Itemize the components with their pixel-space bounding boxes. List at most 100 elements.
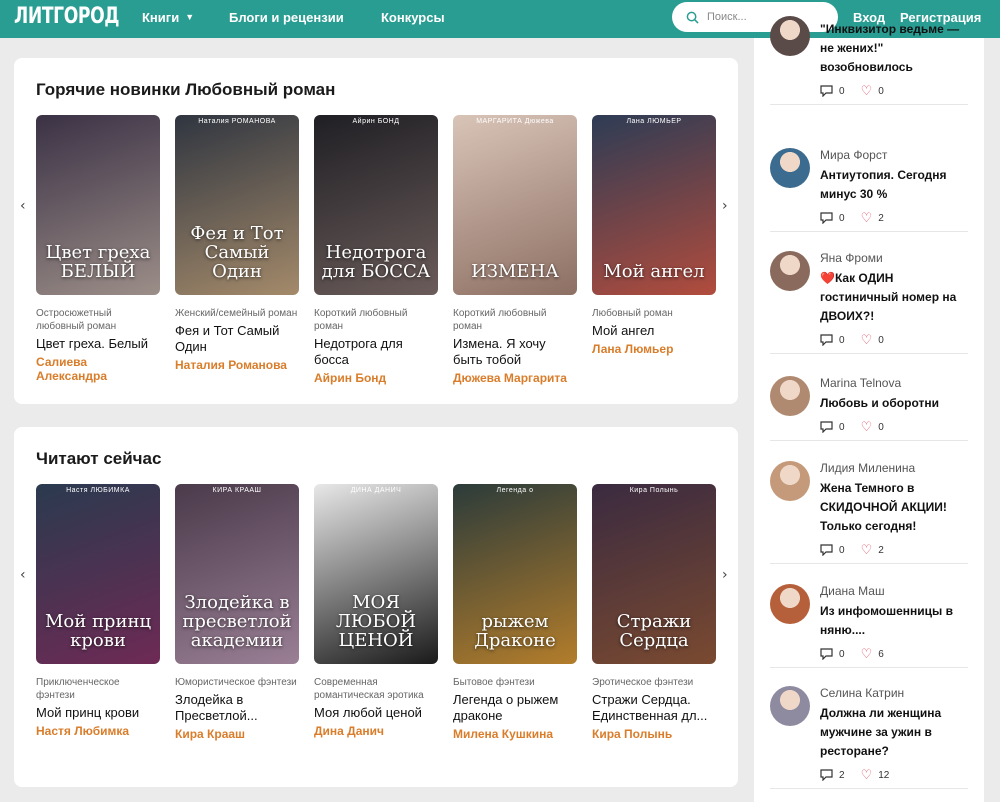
blog-post-item[interactable]: Селина Катрин Должна ли женщина мужчине з… xyxy=(770,686,968,789)
comment-icon[interactable] xyxy=(820,334,833,346)
post-title[interactable]: Любовь и оборотни xyxy=(820,394,970,413)
book-author[interactable]: Салиева Александра xyxy=(36,355,160,383)
heart-icon[interactable]: ♡ xyxy=(861,542,873,558)
book-cover[interactable]: Цвет греха БЕЛЫЙ xyxy=(36,115,160,295)
book-cover[interactable]: Кира Полынь Стражи Сердца xyxy=(592,484,716,664)
book-genre: Остросюжетный любовный роман xyxy=(36,308,117,332)
post-title[interactable]: "Инквизитор ведьме — не жених!" возобнов… xyxy=(820,20,970,77)
nav-blogs[interactable]: Блоги и рецензии xyxy=(229,10,344,25)
carousel-prev-icon[interactable]: ‹ xyxy=(20,198,26,214)
book-title[interactable]: Моя любой ценой xyxy=(314,705,438,721)
comment-count: 0 xyxy=(839,334,845,346)
post-title[interactable]: Жена Темного в СКИДОЧНОЙ АКЦИИ! Только с… xyxy=(820,479,970,536)
book-author[interactable]: Айрин Бонд xyxy=(314,371,438,385)
book-author[interactable]: Настя Любимка xyxy=(36,724,160,738)
book-card[interactable]: Наталия РОМАНОВА Фея и Тот Самый Один Женс… xyxy=(175,115,299,372)
cover-title-text: Мой ангел xyxy=(603,261,705,282)
avatar[interactable] xyxy=(770,148,810,188)
book-cover[interactable]: Айрин БОНД Недотрога для БОССА xyxy=(314,115,438,295)
book-author[interactable]: Милена Кушкина xyxy=(453,727,577,741)
post-author[interactable]: Диана Маш xyxy=(820,584,885,598)
blog-post-item[interactable]: Лидия Миленина Жена Темного в СКИДОЧНОЙ А… xyxy=(770,461,968,564)
comment-icon[interactable] xyxy=(820,648,833,660)
comment-icon[interactable] xyxy=(820,544,833,556)
comment-icon[interactable] xyxy=(820,212,833,224)
book-author[interactable]: Наталия Романова xyxy=(175,358,299,372)
blog-post-item[interactable]: Диана Маш Из инфомошенницы в няню.... 0 ♡ 6 xyxy=(770,584,968,668)
book-author[interactable]: Дина Данич xyxy=(314,724,438,738)
comment-count: 0 xyxy=(839,212,845,224)
post-stats: 2 ♡ 12 xyxy=(820,767,905,783)
site-logo[interactable]: ЛИТГОРОД xyxy=(14,4,120,29)
post-title[interactable]: Должна ли женщина мужчине за ужин в рест… xyxy=(820,704,970,761)
book-author[interactable]: Дюжева Маргарита xyxy=(453,371,577,385)
book-card[interactable]: ДИНА ДАНИЧ МОЯ ЛЮБОЙ ЦЕНОЙ Современная ром… xyxy=(314,484,438,738)
cover-title-text: Фея и Тот Самый Один xyxy=(190,223,284,282)
book-card[interactable]: КИРА КРААШ Злодейка в пресветлой академии… xyxy=(175,484,299,741)
post-author[interactable]: Яна Фроми xyxy=(820,251,883,265)
book-title[interactable]: Мой ангел xyxy=(592,323,716,339)
book-title[interactable]: Недотрога для босса xyxy=(314,336,438,368)
post-title[interactable]: Антиутопия. Сегодня минус 30 % xyxy=(820,166,970,204)
reading-now-section: Читают сейчас ‹ › Настя ЛЮБИМКА Мой принц… xyxy=(14,427,738,787)
avatar[interactable] xyxy=(770,376,810,416)
blog-post-item[interactable]: Мира Форст Антиутопия. Сегодня минус 30 %… xyxy=(770,148,968,232)
blog-post-item[interactable]: "Инквизитор ведьме — не жених!" возобнов… xyxy=(770,16,968,105)
comment-icon[interactable] xyxy=(820,85,833,97)
post-author[interactable]: Селина Катрин xyxy=(820,686,904,700)
book-genre: Приключенческое фэнтези xyxy=(36,677,120,701)
blog-post-item[interactable]: Marina Telnova Любовь и оборотни 0 ♡ 0 xyxy=(770,376,968,441)
book-card[interactable]: Айрин БОНД Недотрога для БОССА Короткий лю… xyxy=(314,115,438,385)
book-title[interactable]: Измена. Я хочу быть тобой xyxy=(453,336,577,368)
post-title[interactable]: Из инфомошенницы в няню.... xyxy=(820,602,970,640)
avatar[interactable] xyxy=(770,16,810,56)
cover-author-text: КИРА КРААШ xyxy=(212,487,262,494)
carousel-next-icon[interactable]: › xyxy=(722,567,728,583)
avatar[interactable] xyxy=(770,251,810,291)
heart-icon[interactable]: ♡ xyxy=(861,83,873,99)
book-cover[interactable]: КИРА КРААШ Злодейка в пресветлой академии xyxy=(175,484,299,664)
comment-icon[interactable] xyxy=(820,769,833,781)
cover-title-text: МОЯ ЛЮБОЙ ЦЕНОЙ xyxy=(335,592,417,651)
avatar[interactable] xyxy=(770,584,810,624)
book-card[interactable]: Кира Полынь Стражи Сердца Эротическое фэнт… xyxy=(592,484,716,741)
book-author[interactable]: Кира Полынь xyxy=(592,727,716,741)
heart-icon[interactable]: ♡ xyxy=(861,646,873,662)
blog-post-item[interactable]: Яна Фроми ❤️Как ОДИН гостиничный номер на… xyxy=(770,251,968,354)
book-title[interactable]: Цвет греха. Белый xyxy=(36,336,160,352)
book-cover[interactable]: ДИНА ДАНИЧ МОЯ ЛЮБОЙ ЦЕНОЙ xyxy=(314,484,438,664)
book-title[interactable]: Легенда о рыжем драконе xyxy=(453,692,577,724)
heart-icon[interactable]: ♡ xyxy=(861,419,873,435)
book-genre: Женский/семейный роман xyxy=(175,308,298,319)
book-card[interactable]: Легенда о рыжем Драконе Бытовое фэнтези Лег… xyxy=(453,484,577,741)
post-author[interactable]: Marina Telnova xyxy=(820,376,901,390)
book-author[interactable]: Кира Крааш xyxy=(175,727,299,741)
nav-contests[interactable]: Конкурсы xyxy=(381,10,445,25)
book-title[interactable]: Фея и Тот Самый Один xyxy=(175,323,299,355)
post-title[interactable]: ❤️Как ОДИН гостиничный номер на ДВОИХ?! xyxy=(820,269,970,326)
book-cover[interactable]: МАРГАРИТА Дюжева ИЗМЕНА xyxy=(453,115,577,295)
book-title[interactable]: Стражи Сердца. Единственная дл... xyxy=(592,692,716,724)
carousel-prev-icon[interactable]: ‹ xyxy=(20,567,26,583)
book-card[interactable]: МАРГАРИТА Дюжева ИЗМЕНА Короткий любовный … xyxy=(453,115,577,385)
book-cover[interactable]: Легенда о рыжем Драконе xyxy=(453,484,577,664)
book-title[interactable]: Злодейка в Пресветлой... xyxy=(175,692,299,724)
book-author[interactable]: Лана Люмьер xyxy=(592,342,716,356)
nav-books[interactable]: Книги ▼ xyxy=(142,10,194,25)
book-card[interactable]: Настя ЛЮБИМКА Мой принц крови Приключенчес… xyxy=(36,484,160,738)
book-cover[interactable]: Настя ЛЮБИМКА Мой принц крови xyxy=(36,484,160,664)
book-card[interactable]: Цвет греха БЕЛЫЙ Остросюжетный любовный р… xyxy=(36,115,160,383)
book-card[interactable]: Лана ЛЮМЬЕР Мой ангел Любовный роман Мой ан… xyxy=(592,115,716,356)
avatar[interactable] xyxy=(770,461,810,501)
book-cover[interactable]: Лана ЛЮМЬЕР Мой ангел xyxy=(592,115,716,295)
book-title[interactable]: Мой принц крови xyxy=(36,705,160,721)
heart-icon[interactable]: ♡ xyxy=(861,210,873,226)
avatar[interactable] xyxy=(770,686,810,726)
heart-icon[interactable]: ♡ xyxy=(861,767,873,783)
heart-icon[interactable]: ♡ xyxy=(861,332,873,348)
comment-icon[interactable] xyxy=(820,421,833,433)
post-author[interactable]: Мира Форст xyxy=(820,148,887,162)
book-cover[interactable]: Наталия РОМАНОВА Фея и Тот Самый Один xyxy=(175,115,299,295)
carousel-next-icon[interactable]: › xyxy=(722,198,728,214)
post-author[interactable]: Лидия Миленина xyxy=(820,461,915,475)
